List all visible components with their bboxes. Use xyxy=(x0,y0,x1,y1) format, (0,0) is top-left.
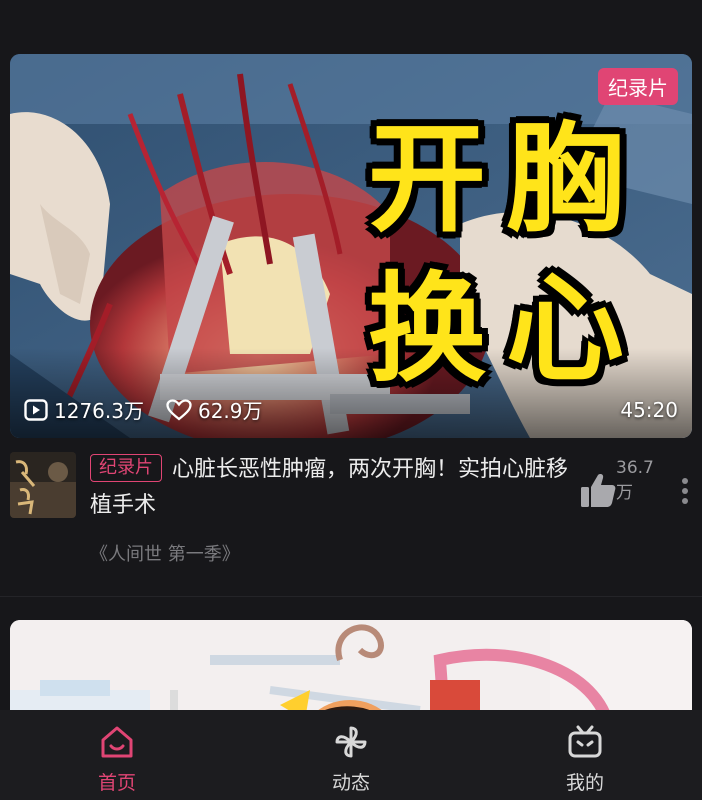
nav-dynamic-label: 动态 xyxy=(331,772,370,794)
feed-divider xyxy=(0,596,702,597)
category-badge: 纪录片 xyxy=(598,68,678,105)
heart-icon xyxy=(166,398,192,420)
play-count-icon xyxy=(24,398,48,421)
avatar-art xyxy=(10,452,76,518)
series-name[interactable]: 《人间世 第一季》 xyxy=(90,540,240,566)
like-count-overlay: 62.9万 xyxy=(197,399,263,423)
video-duration: 45:20 xyxy=(620,397,678,422)
thumbnail-overlay-title: 开胸 换心 xyxy=(368,110,645,398)
video-card[interactable]: 开胸 换心 纪录片 1276.3万 62.9万 45:20 xyxy=(10,54,692,438)
home-icon xyxy=(101,726,133,758)
more-options-icon[interactable] xyxy=(682,478,690,508)
like-stat: 62.9万 xyxy=(166,395,263,424)
tv-icon xyxy=(568,725,602,758)
thumbs-up-icon xyxy=(581,474,616,507)
status-area xyxy=(0,0,702,54)
video-stats: 1276.3万 62.9万 45:20 xyxy=(24,395,678,424)
nav-me-label: 我的 xyxy=(565,772,604,794)
view-stat: 1276.3万 xyxy=(24,395,144,424)
like-button[interactable]: 36.7万 xyxy=(580,458,670,514)
category-tag: 纪录片 xyxy=(90,454,162,482)
nav-home-label: 首页 xyxy=(97,772,136,794)
video-title[interactable]: 纪录片 心脏长恶性肿瘤，两次开胸！实拍心脏移植手术 xyxy=(90,452,570,524)
view-count: 1276.3万 xyxy=(54,399,144,423)
bottom-nav: 首页 动态 我的 xyxy=(0,710,702,800)
nav-me[interactable]: 我的 xyxy=(468,710,702,800)
like-count: 36.7万 xyxy=(616,458,654,503)
video-info: 纪录片 心脏长恶性肿瘤，两次开胸！实拍心脏移植手术 《人间世 第一季》 36.7万 xyxy=(10,452,692,572)
pinwheel-icon xyxy=(335,726,367,758)
nav-home[interactable]: 首页 xyxy=(0,710,234,800)
channel-avatar[interactable] xyxy=(10,452,76,518)
nav-dynamic[interactable]: 动态 xyxy=(234,710,468,800)
